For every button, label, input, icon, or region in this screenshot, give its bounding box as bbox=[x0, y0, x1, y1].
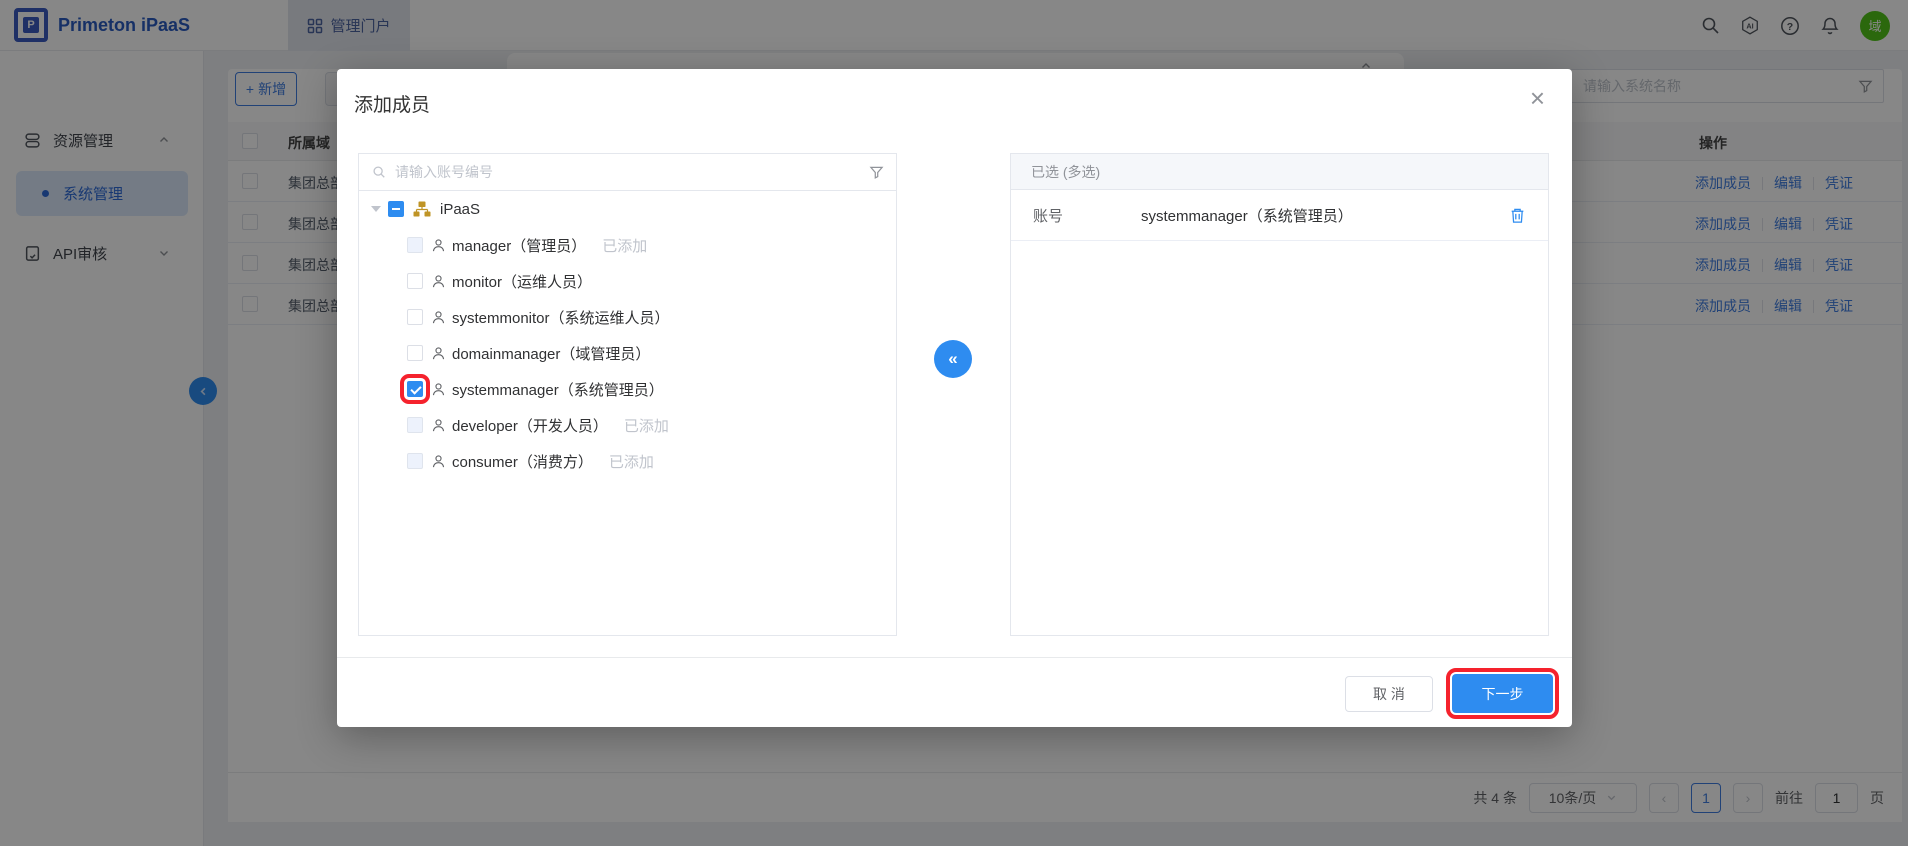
footer-divider bbox=[337, 657, 1572, 658]
tree-item-label: monitor（运维人员） bbox=[452, 271, 592, 292]
next-step-button[interactable]: 下一步 bbox=[1452, 674, 1553, 713]
tree-item-label: systemmonitor（系统运维人员） bbox=[452, 307, 670, 328]
tree-item-checkbox[interactable] bbox=[407, 381, 423, 397]
tree-item-checkbox[interactable] bbox=[407, 417, 423, 433]
tree-item-label: domainmanager（域管理员） bbox=[452, 343, 650, 364]
organization-icon bbox=[413, 201, 431, 217]
transfer-left-button[interactable]: « bbox=[934, 340, 972, 378]
app-root: P Primeton iPaaS 管理门户 AI ? 域 bbox=[0, 0, 1908, 846]
tree-item[interactable]: consumer（消费方） 已添加 bbox=[359, 443, 896, 479]
added-badge: 已添加 bbox=[624, 415, 669, 436]
root-checkbox[interactable] bbox=[388, 201, 404, 217]
user-icon bbox=[431, 382, 446, 397]
account-tree: iPaaS manager（管理员） 已添加 monitor（运维人员） sys… bbox=[359, 191, 896, 635]
selected-panel-header: 已选 (多选) bbox=[1011, 154, 1548, 190]
selected-row-label: 账号 bbox=[1033, 205, 1141, 226]
user-icon bbox=[431, 310, 446, 325]
selected-row-value: systemmanager（系统管理员） bbox=[1141, 205, 1509, 226]
tree-item-checkbox[interactable] bbox=[407, 309, 423, 325]
user-icon bbox=[431, 346, 446, 361]
tree-item-label: manager（管理员） bbox=[452, 235, 586, 256]
account-search-placeholder: 请输入账号编号 bbox=[395, 162, 869, 182]
added-badge: 已添加 bbox=[609, 451, 654, 472]
tree-item-checkbox[interactable] bbox=[407, 453, 423, 469]
selected-panel: 已选 (多选) 账号 systemmanager（系统管理员） bbox=[1010, 153, 1549, 636]
expand-caret-icon[interactable] bbox=[371, 206, 381, 212]
close-icon[interactable]: × bbox=[1530, 85, 1545, 111]
cancel-button[interactable]: 取 消 bbox=[1345, 676, 1433, 712]
tree-item-label: consumer（消费方） bbox=[452, 451, 593, 472]
tree-item[interactable]: manager（管理员） 已添加 bbox=[359, 227, 896, 263]
account-search-input[interactable]: 请输入账号编号 bbox=[359, 154, 896, 191]
selected-row: 账号 systemmanager（系统管理员） bbox=[1011, 190, 1548, 241]
tree-item[interactable]: systemmonitor（系统运维人员） bbox=[359, 299, 896, 335]
tree-root-label: iPaaS bbox=[440, 201, 480, 218]
delete-trash-icon[interactable] bbox=[1509, 207, 1526, 224]
filter-funnel-icon[interactable] bbox=[869, 165, 884, 180]
account-tree-panel: 请输入账号编号 iPaaS manager（管理员） 已添加 bbox=[358, 153, 897, 636]
user-icon bbox=[431, 454, 446, 469]
tree-item-checkbox[interactable] bbox=[407, 345, 423, 361]
add-member-dialog: 添加成员 × 请输入账号编号 iPaaS bbox=[337, 69, 1572, 727]
tree-item-label: systemmanager（系统管理员） bbox=[452, 379, 664, 400]
selected-header-label: 已选 (多选) bbox=[1031, 162, 1100, 182]
user-icon bbox=[431, 274, 446, 289]
search-icon bbox=[372, 165, 386, 179]
tree-item-checkbox[interactable] bbox=[407, 273, 423, 289]
tree-item[interactable]: monitor（运维人员） bbox=[359, 263, 896, 299]
added-badge: 已添加 bbox=[602, 235, 647, 256]
dialog-title: 添加成员 bbox=[354, 90, 430, 117]
tree-item-checkbox[interactable] bbox=[407, 237, 423, 253]
tree-root-node[interactable]: iPaaS bbox=[359, 191, 896, 227]
tree-item[interactable]: domainmanager（域管理员） bbox=[359, 335, 896, 371]
user-icon bbox=[431, 238, 446, 253]
user-icon bbox=[431, 418, 446, 433]
tree-item-label: developer（开发人员） bbox=[452, 415, 608, 436]
tree-item[interactable]: systemmanager（系统管理员） bbox=[359, 371, 896, 407]
tree-item[interactable]: developer（开发人员） 已添加 bbox=[359, 407, 896, 443]
